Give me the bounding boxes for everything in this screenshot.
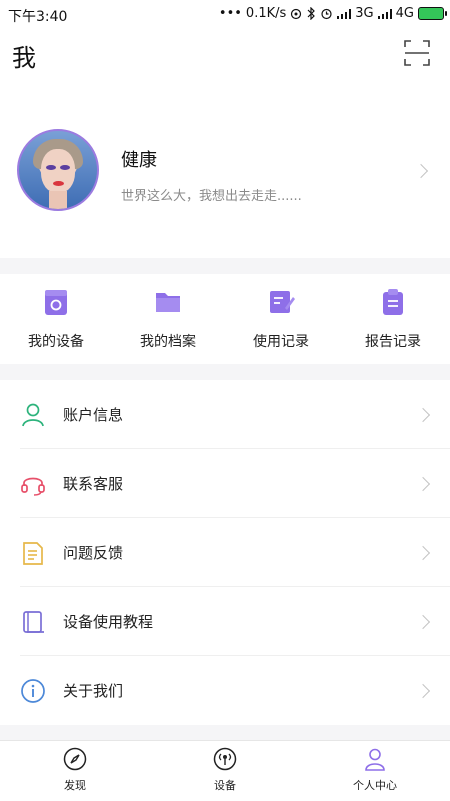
network-3g: 3G	[355, 6, 374, 21]
headset-icon	[21, 477, 45, 496]
menu-feedback[interactable]: 问题反馈	[0, 518, 450, 587]
clipboard-icon	[383, 289, 403, 315]
book-icon	[23, 611, 44, 633]
quick-actions: 我的设备 我的档案 使用记录 报告记录	[0, 274, 450, 364]
profile-motto: 世界这么大，我想出去走走......	[121, 189, 302, 204]
person-icon	[365, 748, 385, 771]
chevron-right-icon	[413, 163, 429, 179]
tab-profile[interactable]: 个人中心	[300, 741, 450, 801]
settings-menu: 账户信息 联系客服 问题反馈 设备使用教程 关于我们	[0, 380, 450, 725]
quick-label: 我的设备	[28, 334, 84, 350]
profile-card[interactable]: 健康 世界这么大，我想出去走走......	[0, 80, 450, 258]
chevron-right-icon	[415, 407, 431, 423]
bottom-nav: 发现 设备 个人中心	[0, 740, 450, 801]
network-4g: 4G	[395, 6, 414, 21]
quick-label: 报告记录	[365, 334, 421, 350]
menu-customer-service[interactable]: 联系客服	[0, 449, 450, 518]
bluetooth-icon	[307, 7, 316, 20]
more-dots: •••	[218, 6, 242, 21]
chevron-right-icon	[415, 614, 431, 630]
network-speed: 0.1K/s	[245, 6, 287, 21]
edit-record-icon	[270, 291, 295, 313]
quick-report-record[interactable]: 报告记录	[337, 274, 449, 364]
menu-label: 关于我们	[63, 682, 124, 700]
chevron-right-icon	[415, 545, 431, 561]
info-icon	[21, 679, 45, 703]
status-indicators: ••• 0.1K/s 3G 4G	[218, 6, 447, 21]
device-icon	[45, 290, 67, 315]
menu-label: 问题反馈	[63, 544, 124, 562]
status-bar: 下午3:40 ••• 0.1K/s 3G 4G	[0, 0, 450, 30]
menu-label: 账户信息	[63, 406, 124, 424]
quick-my-device[interactable]: 我的设备	[0, 274, 112, 364]
tab-label: 设备	[214, 779, 236, 792]
quick-usage-record[interactable]: 使用记录	[225, 274, 337, 364]
device-signal-icon	[213, 747, 237, 771]
chevron-right-icon	[415, 476, 431, 492]
signal-icon	[337, 8, 352, 19]
compass-icon	[63, 747, 87, 771]
user-icon	[22, 403, 44, 427]
status-time: 下午3:40	[8, 9, 68, 25]
tab-label: 个人中心	[353, 779, 397, 792]
tab-discover[interactable]: 发现	[0, 741, 150, 801]
alarm-icon	[321, 8, 332, 20]
feedback-icon	[23, 542, 43, 565]
quick-label: 使用记录	[253, 334, 309, 350]
page-header: 我	[0, 30, 450, 80]
chevron-right-icon	[415, 683, 431, 699]
menu-account-info[interactable]: 账户信息	[0, 380, 450, 449]
page-title: 我	[12, 44, 36, 72]
hotspot-icon	[291, 8, 302, 19]
menu-about-us[interactable]: 关于我们	[0, 656, 450, 725]
profile-name: 健康	[121, 150, 157, 171]
scan-icon[interactable]	[404, 40, 430, 66]
avatar[interactable]	[17, 129, 99, 211]
quick-my-file[interactable]: 我的档案	[112, 274, 224, 364]
tab-device[interactable]: 设备	[150, 741, 300, 801]
tab-label: 发现	[64, 779, 86, 792]
battery-icon	[418, 7, 447, 20]
menu-label: 联系客服	[63, 475, 124, 493]
menu-device-tutorial[interactable]: 设备使用教程	[0, 587, 450, 656]
quick-label: 我的档案	[140, 334, 196, 350]
menu-label: 设备使用教程	[63, 613, 154, 631]
folder-icon	[156, 293, 180, 312]
signal-icon-2	[377, 8, 392, 19]
